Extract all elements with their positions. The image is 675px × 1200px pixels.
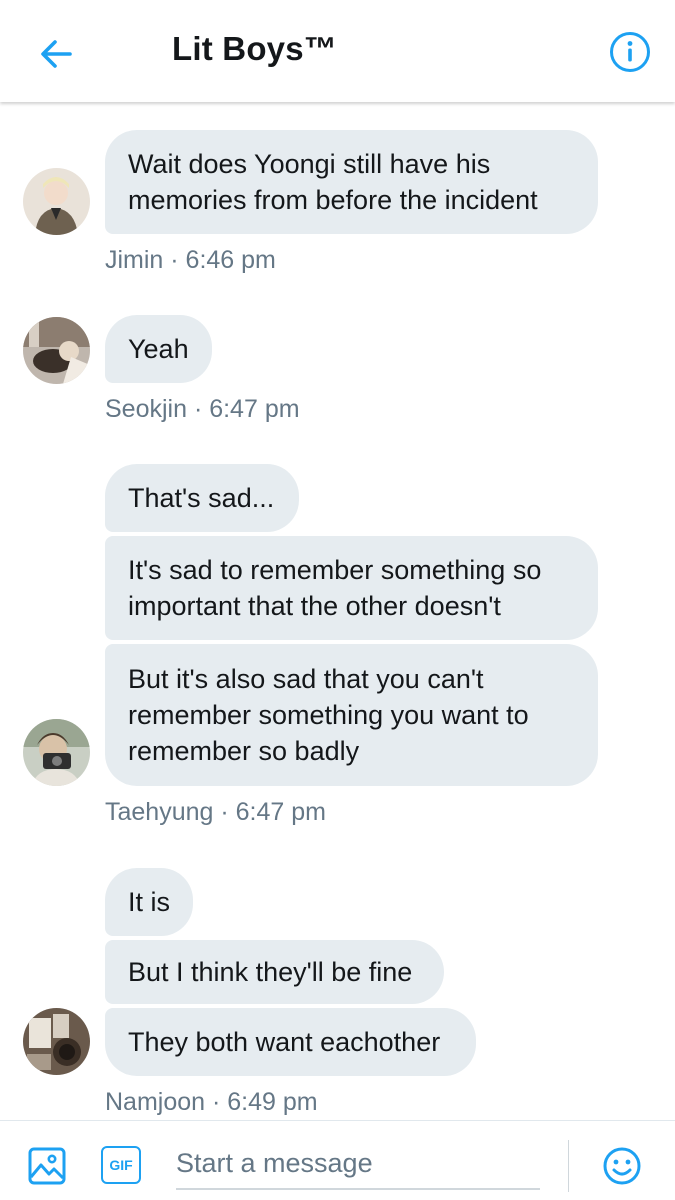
profile-photo-icon <box>23 317 90 384</box>
image-icon <box>28 1147 66 1185</box>
message-bubble[interactable]: They both want eachother <box>105 1008 476 1076</box>
avatar-seokjin[interactable] <box>23 317 90 384</box>
message-text: It is <box>128 887 171 917</box>
message-text: remember something you want to <box>128 700 529 730</box>
message-bubble[interactable]: It's sad to remember something so import… <box>105 536 598 640</box>
message-text: memories from before the incident <box>128 185 538 215</box>
message-text: important that the other doesn't <box>128 591 501 621</box>
info-button[interactable] <box>606 28 654 76</box>
message-meta: Taehyung · 6:47 pm <box>105 798 326 826</box>
message-bubble[interactable]: But I think they'll be fine <box>105 940 444 1004</box>
conversation-title: Lit Boys™ <box>172 30 337 67</box>
emoji-icon <box>603 1147 641 1185</box>
dm-conversation-screen: Lit Boys™ Wait does Yoongi still have hi… <box>0 0 675 1200</box>
add-photo-button[interactable] <box>27 1146 67 1186</box>
message-meta: Namjoon · 6:49 pm <box>105 1088 318 1116</box>
arrow-left-icon <box>41 40 72 68</box>
emoji-button[interactable] <box>602 1146 642 1186</box>
message-text: remember so badly <box>128 736 360 766</box>
conversation-header: Lit Boys™ <box>0 0 675 102</box>
avatar-jimin[interactable] <box>23 168 90 235</box>
message-input[interactable] <box>176 1140 536 1186</box>
back-button[interactable] <box>30 28 82 80</box>
profile-photo-icon <box>23 719 90 786</box>
gif-button[interactable]: GIF <box>101 1146 141 1184</box>
message-bubble[interactable]: But it's also sad that you can't remembe… <box>105 644 598 786</box>
message-text: Yeah <box>128 334 189 364</box>
message-meta: Jimin · 6:46 pm <box>105 246 276 274</box>
message-text: Wait does Yoongi still have his <box>128 149 491 179</box>
message-bubble[interactable]: Yeah <box>105 315 212 383</box>
input-underline <box>176 1188 540 1190</box>
composer-divider <box>568 1140 569 1192</box>
profile-photo-icon <box>23 168 90 235</box>
message-text: But it's also sad that you can't <box>128 664 484 694</box>
message-meta: Seokjin · 6:47 pm <box>105 395 300 423</box>
info-icon <box>610 32 650 72</box>
message-bubble[interactable]: It is <box>105 868 193 936</box>
gif-icon: GIF <box>109 1157 133 1173</box>
message-text: That's sad... <box>128 483 275 513</box>
message-bubble[interactable]: Wait does Yoongi still have his memories… <box>105 130 598 234</box>
message-list[interactable]: Wait does Yoongi still have his memories… <box>0 102 675 1120</box>
avatar-namjoon[interactable] <box>23 1008 90 1075</box>
avatar-taehyung[interactable] <box>23 719 90 786</box>
message-text: But I think they'll be fine <box>128 957 413 987</box>
message-text: It's sad to remember something so <box>128 555 542 585</box>
message-text: They both want eachother <box>128 1027 441 1057</box>
profile-photo-icon <box>23 1008 90 1075</box>
message-bubble[interactable]: That's sad... <box>105 464 299 532</box>
